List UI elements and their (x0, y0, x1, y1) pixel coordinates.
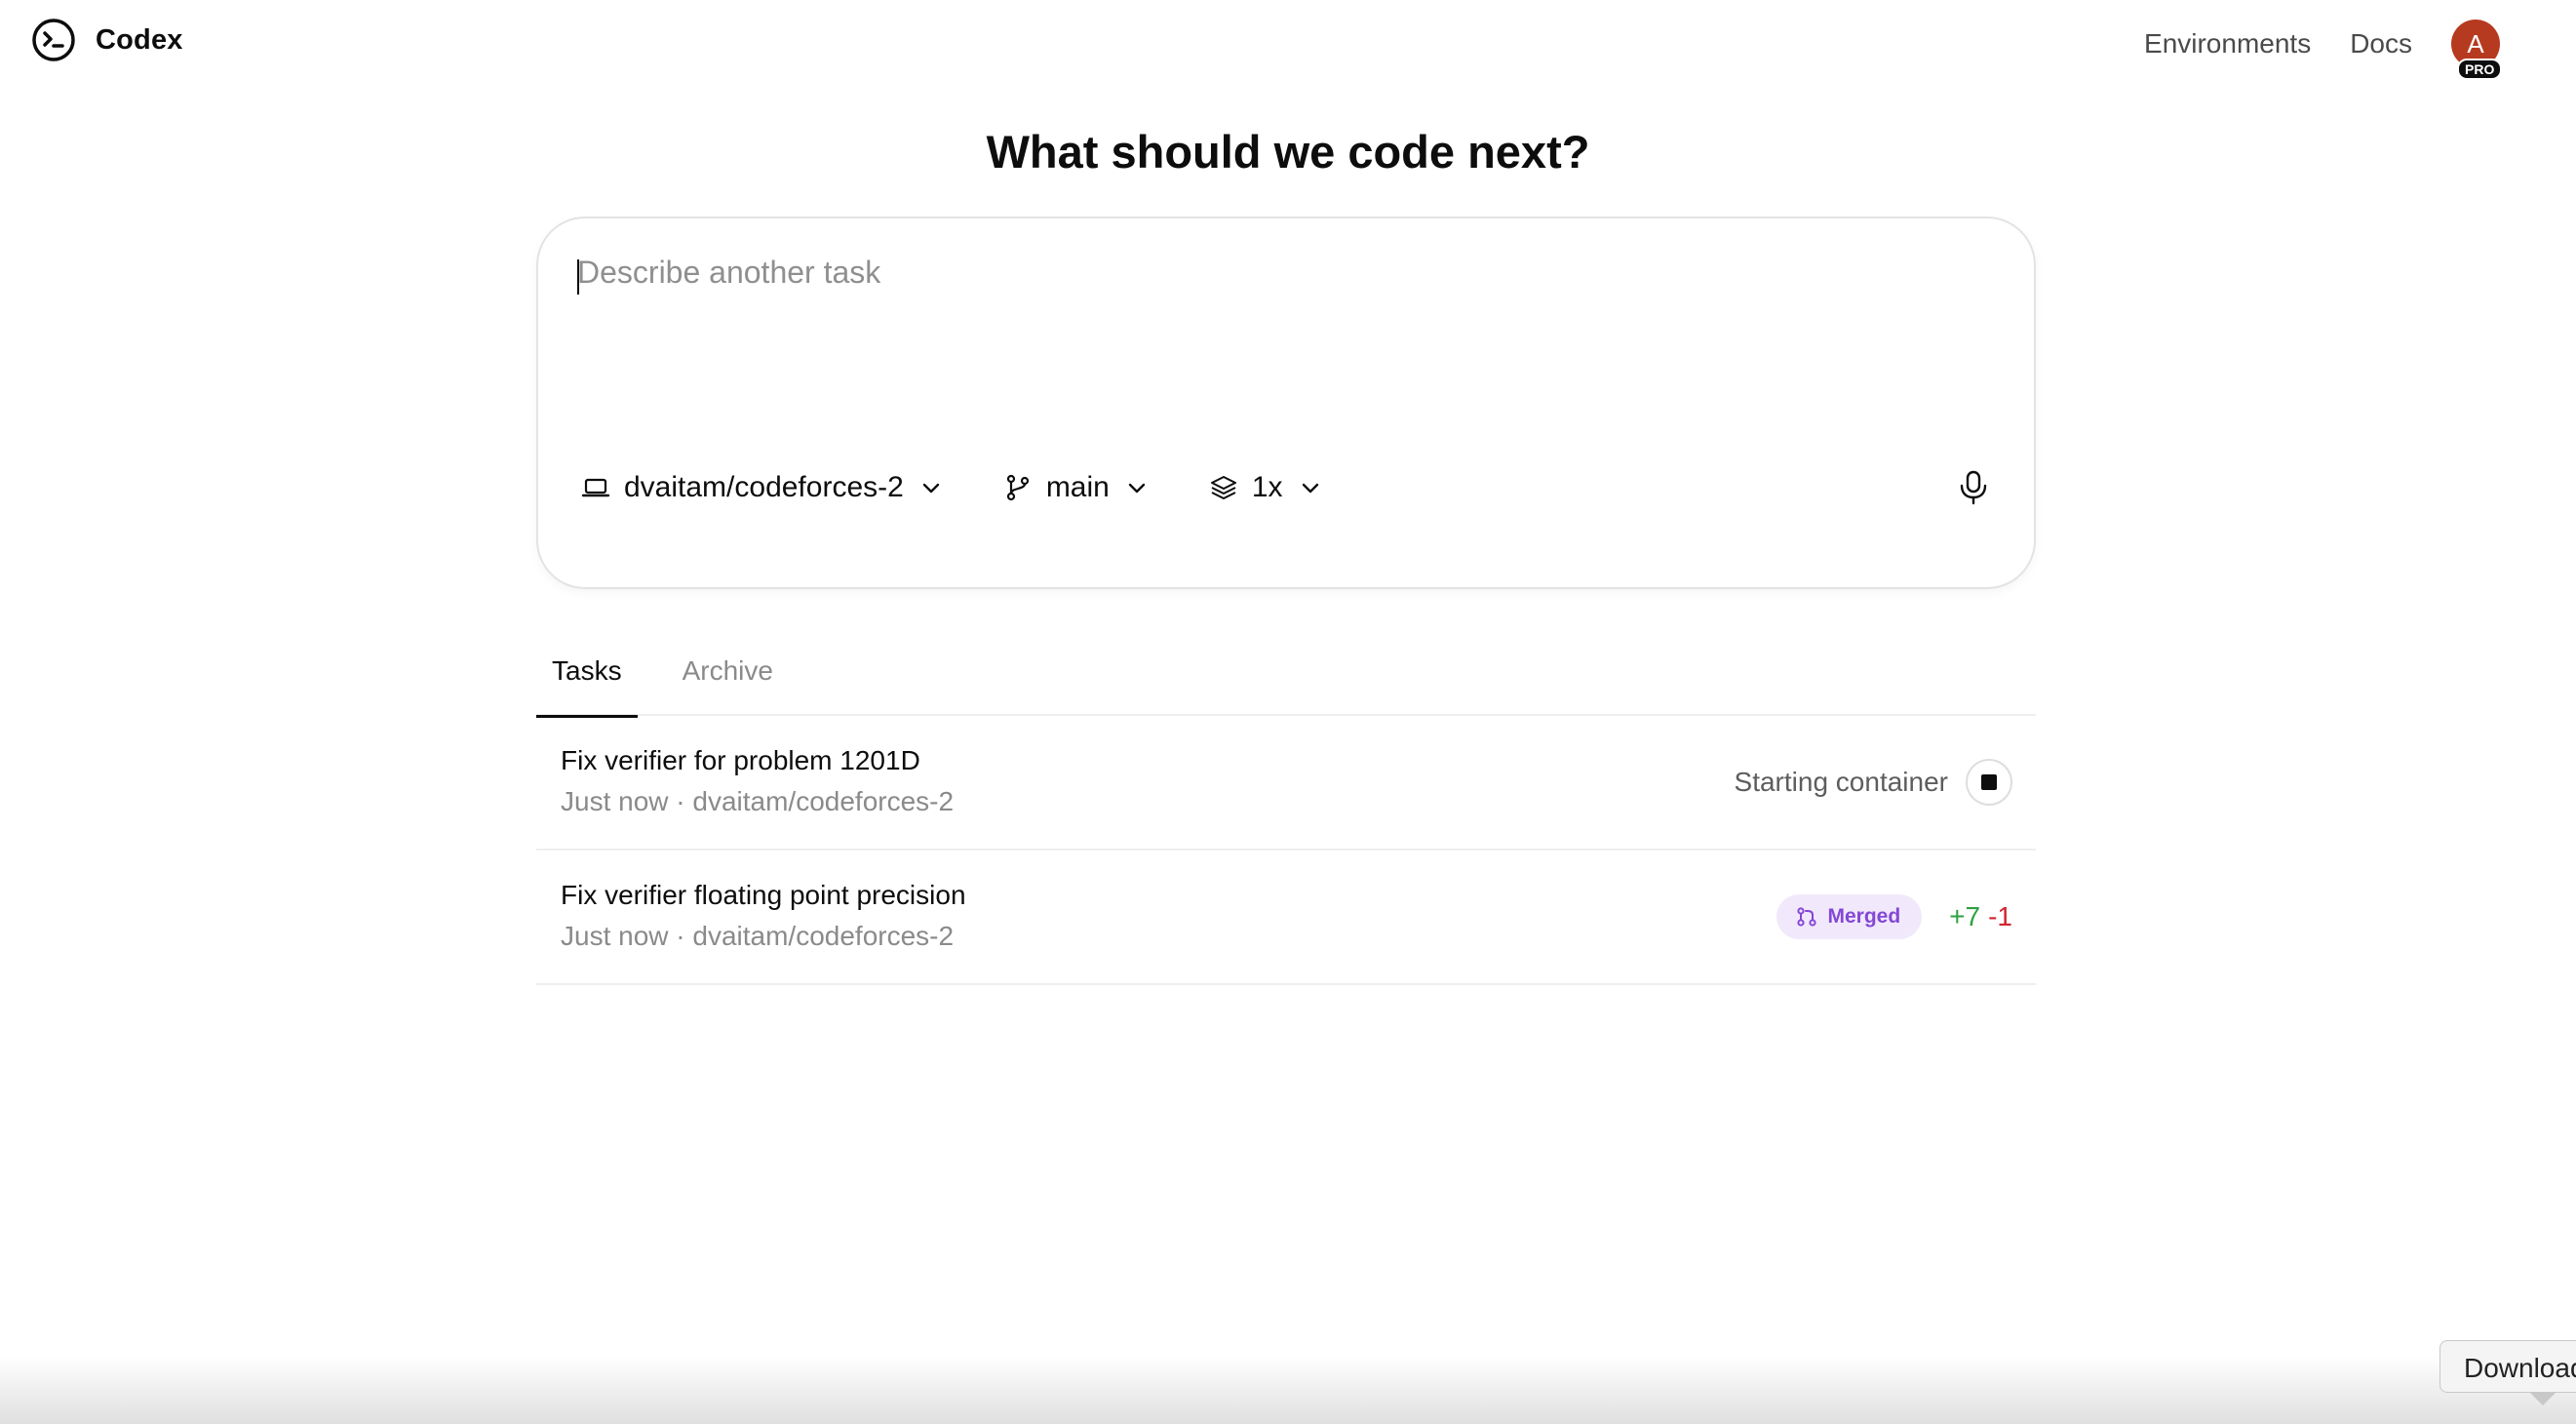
repo-label: dvaitam/codeforces-2 (624, 471, 904, 503)
voice-input-button[interactable] (1950, 464, 1997, 511)
composer-controls: dvaitam/codeforces-2 main 1x (581, 460, 1383, 515)
task-status: Starting container (1735, 716, 2012, 849)
microphone-icon (1960, 470, 1987, 505)
stop-icon (1981, 774, 1997, 790)
task-input[interactable] (577, 248, 1991, 443)
page-title: What should we code next? (986, 126, 1590, 178)
nav-docs-link[interactable]: Docs (2350, 28, 2412, 59)
task-status: Merged +7 -1 (1776, 850, 2012, 983)
task-meta: Just now · dvaitam/codeforces-2 (561, 786, 955, 816)
task-title: Fix verifier floating point precision (561, 880, 966, 910)
chevron-down-icon (1128, 483, 1146, 494)
chevron-down-icon (1302, 483, 1318, 494)
tooltip-pointer (2529, 1392, 2556, 1405)
task-title: Fix verifier for problem 1201D (561, 745, 920, 775)
task-composer: dvaitam/codeforces-2 main 1x (536, 217, 2036, 589)
avatar-initial: A (2467, 28, 2484, 59)
task-tabs: Tasks Archive (536, 632, 2036, 718)
diff-additions: +7 (1949, 901, 1981, 931)
nav-environments-link[interactable]: Environments (2144, 28, 2311, 59)
status-text: Starting container (1734, 767, 1948, 797)
tab-tasks[interactable]: Tasks (536, 632, 638, 718)
pro-badge: PRO (2457, 59, 2503, 80)
account-menu-button[interactable]: A PRO (2451, 20, 2503, 80)
task-meta: Just now · dvaitam/codeforces-2 (561, 921, 955, 951)
top-nav: Environments Docs A PRO (2144, 0, 2576, 88)
laptop-icon (581, 478, 610, 497)
branch-selector[interactable]: main (1003, 460, 1149, 515)
merged-badge: Merged (1776, 894, 1923, 939)
brand-link[interactable]: Codex (31, 18, 183, 62)
layers-icon (1210, 476, 1236, 499)
text-caret (577, 259, 579, 295)
chevron-down-icon (922, 483, 940, 494)
stop-task-button[interactable] (1966, 759, 2012, 806)
codex-logo-icon (32, 19, 75, 61)
bottom-shadow (0, 1356, 2576, 1424)
repo-selector[interactable]: dvaitam/codeforces-2 (581, 460, 943, 515)
task-row[interactable]: Fix verifier for problem 1201D Just now … (536, 716, 2036, 850)
top-bar: Codex Environments Docs A PRO (0, 0, 2576, 82)
branch-icon (1006, 474, 1029, 501)
task-list: Fix verifier for problem 1201D Just now … (536, 716, 2036, 985)
branch-label: main (1045, 471, 1110, 503)
merged-badge-label: Merged (1827, 905, 1901, 928)
app-name: Codex (96, 23, 183, 56)
diff-deletions: -1 (1988, 901, 2012, 931)
pull-request-icon (1797, 907, 1817, 927)
task-row[interactable]: Fix verifier floating point precision Ju… (536, 850, 2036, 985)
versions-label: 1x (1251, 471, 1283, 503)
download-tooltip[interactable]: Download (2439, 1340, 2576, 1393)
versions-selector[interactable]: 1x (1209, 460, 1322, 515)
tab-archive[interactable]: Archive (667, 632, 789, 716)
